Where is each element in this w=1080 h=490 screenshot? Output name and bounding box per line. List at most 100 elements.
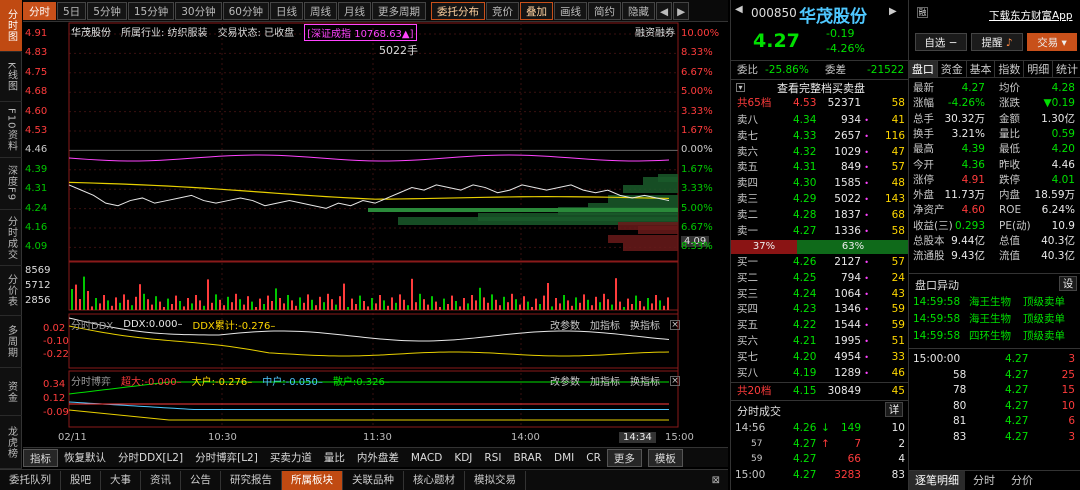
overlay-dropdown[interactable]: 叠加	[520, 1, 553, 20]
close-icon[interactable]: ×	[670, 375, 680, 386]
period-5min[interactable]: 5分钟	[87, 1, 127, 20]
bid-row[interactable]: 买二 4.25 794 • 24	[731, 271, 909, 286]
period-30min[interactable]: 30分钟	[175, 1, 222, 20]
bid-row[interactable]: 买六 4.21 1995 • 51	[731, 334, 909, 349]
ask-row[interactable]: 卖四 4.30 1585 • 48	[731, 176, 909, 191]
ask-row[interactable]: 卖一 4.27 1336 • 58	[731, 224, 909, 239]
tab-by-price[interactable]: 分价	[1003, 471, 1041, 490]
tab-volume-ratio[interactable]: 量比	[318, 449, 351, 467]
tab-template[interactable]: 模板	[647, 448, 683, 467]
add-favorite-button[interactable]: 自选 −	[915, 33, 967, 51]
bid-row[interactable]: 买七 4.20 4954 • 33	[731, 350, 909, 365]
auction-button[interactable]: 竞价	[486, 1, 519, 20]
bid-row[interactable]: 买一 4.26 2127 • 57	[731, 255, 909, 270]
bid-row[interactable]: 买八 4.19 1289 • 46	[731, 366, 909, 381]
hide-button[interactable]: 隐藏	[622, 1, 655, 20]
tab-trades[interactable]: 分时成交	[0, 210, 22, 266]
bid-row[interactable]: 买三 4.24 1064 • 43	[731, 287, 909, 302]
ask-row[interactable]: 卖六 4.32 1029 • 47	[731, 145, 909, 160]
tab-multi-period[interactable]: 多周期	[0, 316, 22, 368]
alert-row[interactable]: 14:59:58 海王生物 顶级卖单	[909, 295, 1080, 310]
tab-f10[interactable]: F10资料	[0, 102, 22, 158]
period-15min[interactable]: 15分钟	[127, 1, 175, 20]
intraday-chart[interactable]: 华茂股份 所属行业: 纺织服装 交易状态: 已收盘 [深证成指 10768.63…	[23, 22, 728, 447]
draw-line-button[interactable]: 画线	[554, 1, 587, 20]
period-week[interactable]: 周线	[304, 1, 337, 20]
tab-kdj[interactable]: KDJ	[448, 449, 478, 467]
tab-quote[interactable]: 盘口	[909, 61, 938, 77]
tab-cr[interactable]: CR	[580, 449, 607, 467]
ask-row[interactable]: 卖二 4.28 1837 • 68	[731, 208, 909, 223]
tab-dragon-tiger[interactable]: 龙虎榜	[0, 416, 22, 469]
period-day[interactable]: 日线	[270, 1, 303, 20]
collapse-icon[interactable]: ⊠	[712, 475, 720, 486]
tab-ddx[interactable]: 分时DDX[L2]	[112, 449, 189, 467]
download-app-link[interactable]: 下载东方财富App	[989, 8, 1073, 23]
trade-button[interactable]: 交易 ▾	[1027, 33, 1077, 51]
tab-news[interactable]: 资讯	[141, 470, 181, 490]
alert-row[interactable]: 14:59:58 四环生物 顶级卖单	[909, 329, 1080, 344]
ask-row[interactable]: 卖五 4.31 849 • 57	[731, 160, 909, 175]
tab-intraday[interactable]: 分时图	[0, 0, 22, 52]
game-add-indicator[interactable]: 加指标	[590, 373, 620, 388]
tab-minute[interactable]: 分时	[965, 471, 1003, 490]
tab-more[interactable]: 更多	[606, 448, 642, 467]
ask-row[interactable]: 卖八 4.34 934 • 41	[731, 113, 909, 128]
period-intraday[interactable]: 分时	[23, 1, 56, 20]
tab-sectors[interactable]: 所属板块	[282, 470, 343, 490]
period-60min[interactable]: 60分钟	[222, 1, 269, 20]
simple-mode-button[interactable]: 简约	[588, 1, 621, 20]
tab-restore-default[interactable]: 恢复默认	[58, 449, 112, 467]
tab-kline[interactable]: K线图	[0, 52, 22, 102]
next-stock-icon[interactable]: ▶	[889, 6, 897, 17]
game-switch-indicator[interactable]: 换指标	[630, 373, 660, 388]
arrow-left-icon[interactable]: ◀	[656, 1, 673, 20]
period-5day[interactable]: 5日	[57, 1, 87, 20]
tab-sim-trade[interactable]: 模拟交易	[465, 470, 526, 490]
alerts-settings-button[interactable]: 设	[1059, 276, 1077, 291]
full-book-link[interactable]: 查看完整档买卖盘	[777, 80, 865, 96]
tab-research[interactable]: 研究报告	[221, 470, 282, 490]
tab-forum[interactable]: 股吧	[61, 470, 101, 490]
game-edit-params[interactable]: 改参数	[550, 373, 580, 388]
ask-row[interactable]: 卖三 4.29 5022 • 143	[731, 192, 909, 207]
tab-indicator[interactable]: 指标	[23, 448, 58, 467]
bid-row[interactable]: 买四 4.23 1346 • 59	[731, 302, 909, 317]
tab-core-themes[interactable]: 核心题材	[404, 470, 465, 490]
tab-game[interactable]: 分时博弈[L2]	[189, 449, 264, 467]
tab-details[interactable]: 明细	[1024, 61, 1054, 77]
margin-trading-tag[interactable]: 融资融券	[635, 24, 675, 39]
tab-price-table[interactable]: 分价表	[0, 266, 22, 316]
chart-industry[interactable]: 所属行业: 纺织服装	[121, 24, 208, 41]
ask-row[interactable]: 卖七 4.33 2657 • 116	[731, 129, 909, 144]
tab-related[interactable]: 关联品种	[343, 470, 404, 490]
alert-button[interactable]: 提醒 ♪	[971, 33, 1023, 51]
tab-tick-detail[interactable]: 逐笔明细	[909, 471, 965, 490]
tab-index[interactable]: 指数	[995, 61, 1025, 77]
tab-dmi[interactable]: DMI	[548, 449, 580, 467]
order-distribution-dropdown[interactable]: 委托分布	[431, 1, 485, 20]
alert-row[interactable]: 14:59:58 海王生物 顶级卖单	[909, 312, 1080, 327]
tab-stats[interactable]: 统计	[1053, 61, 1080, 77]
arrow-right-icon[interactable]: ▶	[673, 1, 690, 20]
index-overlay-tag[interactable]: [深证成指 10768.63▲]	[304, 24, 417, 41]
tab-inner-outer[interactable]: 内外盘差	[351, 449, 405, 467]
tab-announcements[interactable]: 公告	[181, 470, 221, 490]
ddx-add-indicator[interactable]: 加指标	[590, 317, 620, 332]
close-icon[interactable]: ×	[670, 319, 680, 330]
tab-events[interactable]: 大事	[101, 470, 141, 490]
tab-brar[interactable]: BRAR	[507, 449, 548, 467]
tab-basic[interactable]: 基本	[967, 61, 996, 77]
period-month[interactable]: 月线	[338, 1, 371, 20]
expand-icon[interactable]: ▾	[736, 83, 745, 92]
prev-stock-icon[interactable]: ◀	[735, 4, 743, 15]
financing-icon[interactable]: 融	[917, 7, 928, 18]
tab-depth[interactable]: 深度F9	[0, 158, 22, 210]
ticks-detail-button[interactable]: 详	[885, 402, 903, 417]
more-periods-dropdown[interactable]: 更多周期	[372, 1, 426, 20]
ddx-edit-params[interactable]: 改参数	[550, 317, 580, 332]
bid-row[interactable]: 买五 4.22 1544 • 59	[731, 318, 909, 333]
tab-rsi[interactable]: RSI	[478, 449, 507, 467]
tab-capital[interactable]: 资金	[0, 368, 22, 416]
tab-buy-sell-force[interactable]: 买卖力道	[264, 449, 318, 467]
